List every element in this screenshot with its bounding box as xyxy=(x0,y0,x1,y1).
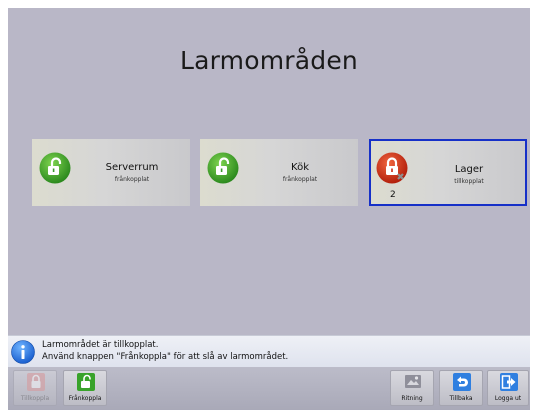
info-icon xyxy=(11,340,35,364)
frankoppla-button[interactable]: Frånkoppla xyxy=(63,370,107,406)
area-tile-serverrum[interactable]: Serverrum frånkopplat xyxy=(32,139,190,206)
info-message-line2: Använd knappen "Frånkoppla" för att slå … xyxy=(42,352,289,362)
tillkoppla-button[interactable]: Tillkoppla xyxy=(13,370,57,406)
button-label: Frånkoppla xyxy=(68,395,102,402)
info-message-line1: Larmområdet är tillkopplat. xyxy=(42,340,159,350)
alarm-count-badge: 2 xyxy=(390,190,396,200)
area-state: frånkopplat xyxy=(282,176,318,183)
info-bar: Larmområdet är tillkopplat. Använd knapp… xyxy=(8,335,530,367)
locked-alarm-icon xyxy=(376,152,408,184)
unlocked-lock-icon xyxy=(77,373,95,391)
area-name: Serverrum xyxy=(105,162,159,173)
button-label: Tillkoppla xyxy=(20,395,50,402)
button-label: Logga ut xyxy=(494,395,522,402)
ritning-button[interactable]: Ritning xyxy=(390,370,434,406)
area-tile-kok[interactable]: Kök frånkopplat xyxy=(200,139,358,206)
logout-icon xyxy=(500,373,518,391)
area-state: tillkopplat xyxy=(454,178,484,185)
floor-plan-icon xyxy=(405,375,421,388)
page-title: Larmområden xyxy=(180,46,358,75)
unlocked-lock-icon xyxy=(39,152,71,184)
button-label: Tillbaka xyxy=(449,395,473,402)
area-state: frånkopplat xyxy=(114,176,150,183)
button-label: Ritning xyxy=(401,395,423,402)
area-tile-lager[interactable]: Lager tillkopplat 2 xyxy=(369,139,527,206)
logout-button[interactable]: Logga ut xyxy=(487,370,529,406)
area-name: Lager xyxy=(454,164,484,175)
back-arrow-icon xyxy=(453,373,471,391)
tillbaka-button[interactable]: Tillbaka xyxy=(439,370,483,406)
area-name: Kök xyxy=(291,162,309,173)
locked-lock-icon xyxy=(27,373,45,391)
unlocked-lock-icon xyxy=(207,152,239,184)
bottom-toolbar: Tillkoppla Frånkoppla Ritning Tillbaka L… xyxy=(8,367,530,410)
alarm-areas-screen: Larmområden Serverrum frånkopplat Kök fr… xyxy=(8,8,530,410)
